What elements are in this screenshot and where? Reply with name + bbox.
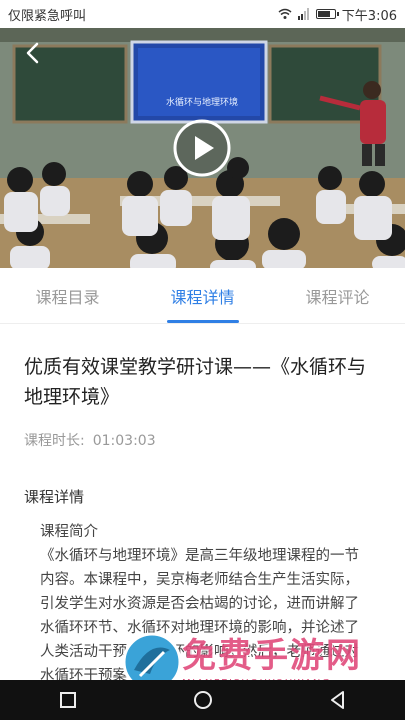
tab-course-catalog[interactable]: 课程目录	[0, 268, 135, 323]
duration-label: 课程时长:	[24, 433, 85, 449]
status-icons: 下午3:06	[278, 5, 397, 24]
nav-recents-icon[interactable]	[57, 689, 79, 711]
video-player[interactable]: 水循环与地理环境	[0, 28, 405, 268]
system-nav-bar	[0, 680, 405, 720]
tab-course-details[interactable]: 课程详情	[135, 268, 270, 323]
status-bar: 仅限紧急呼叫 下午3:06	[0, 0, 405, 28]
tab-label: 课程评论	[305, 287, 370, 307]
course-title: 优质有效课堂教学研讨课——《水循环与地理环境》	[24, 356, 367, 408]
detail-tabs: 课程目录 课程详情 课程评论	[0, 268, 405, 324]
status-time: 下午3:06	[341, 8, 397, 24]
tab-label: 课程详情	[170, 287, 235, 307]
battery-icon	[315, 9, 339, 19]
wifi-icon	[278, 8, 292, 19]
carrier-text: 仅限紧急呼叫	[8, 8, 87, 24]
play-icon[interactable]	[172, 118, 232, 178]
intro-text: 《水循环与地理环境》是高三年级地理课程的一节内容。本课程中，吴京梅老师结合生产生…	[40, 548, 359, 684]
section-heading: 课程详情	[24, 488, 85, 506]
board-title-text: 水循环与地理环境	[166, 98, 239, 108]
tab-course-comments[interactable]: 课程评论	[270, 268, 405, 323]
tab-label: 课程目录	[35, 287, 100, 307]
course-description: 课程简介 《水循环与地理环境》是高三年级地理课程的一节内容。本课程中，吴京梅老师…	[40, 520, 370, 688]
intro-heading: 课程简介	[40, 524, 98, 540]
duration-value: 01:03:03	[92, 433, 156, 449]
signal-icon	[297, 8, 309, 20]
course-duration: 课程时长: 01:03:03	[24, 430, 156, 450]
nav-home-icon[interactable]	[192, 689, 214, 711]
nav-back-icon[interactable]	[327, 689, 349, 711]
back-arrow-icon[interactable]	[18, 38, 48, 68]
